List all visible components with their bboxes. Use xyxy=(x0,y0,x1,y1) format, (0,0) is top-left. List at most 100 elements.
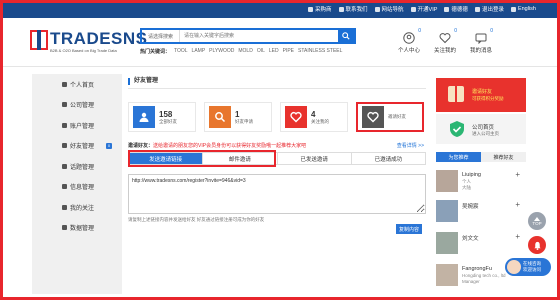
tab-invite-success[interactable]: 已邀请成功 xyxy=(352,153,425,164)
messages-label: 我的消息 xyxy=(470,48,493,54)
stat-label: 邀请好友 xyxy=(388,114,406,119)
list-item[interactable]: Liuiping 个人 大陆 + xyxy=(436,170,526,200)
top-link-vip[interactable]: 开通VIP xyxy=(410,5,437,13)
sidebar-item-data[interactable]: 数据管理 xyxy=(32,218,122,239)
top-links: 采购商 联系我们 网站导航 开通VIP 德德德 退出登录 English xyxy=(308,0,536,18)
hot-keyword[interactable]: TOOL xyxy=(174,48,188,55)
top-link-sitemap[interactable]: 网站导航 xyxy=(374,5,404,13)
sidebar-item-friends[interactable]: 好友管理 0 xyxy=(32,136,122,157)
list-item[interactable]: 吴婉宸 + xyxy=(436,200,526,230)
hot-keywords: 热门关键词： TOOL LAMP PLYWOOD MOLD OIL LED PI… xyxy=(140,48,342,55)
recommend-tabs: 为您推荐 推荐好友 xyxy=(436,152,526,162)
person-icon xyxy=(444,6,450,12)
person-name: Liuiping xyxy=(462,172,481,178)
top-link-english[interactable]: English xyxy=(510,6,536,12)
hot-keyword[interactable]: LAMP xyxy=(192,48,206,55)
person-name: 吴婉宸 xyxy=(462,204,479,210)
add-friend-icon[interactable]: + xyxy=(515,232,520,241)
tab-for-you[interactable]: 为您推荐 xyxy=(436,152,481,162)
invite-label: 邀请好友： xyxy=(128,143,154,149)
home-icon xyxy=(62,81,67,87)
invite-link-textarea[interactable] xyxy=(128,174,426,214)
stat-label: 关注我的 xyxy=(311,118,329,124)
add-friend-icon[interactable]: + xyxy=(515,200,520,209)
tab-sent-invites[interactable]: 已发送邀请 xyxy=(278,153,352,164)
logo-mark-icon xyxy=(30,30,48,50)
company-home-card[interactable]: 公司首页 进入公司主页 xyxy=(436,114,526,144)
avatar xyxy=(436,232,458,254)
search-input[interactable] xyxy=(180,30,338,42)
copy-button[interactable]: 复制内容 xyxy=(396,224,422,234)
phone-icon xyxy=(338,6,344,12)
person-detail: 大陆 xyxy=(462,185,471,190)
person-name: FangrongFu xyxy=(462,266,492,272)
main-content: 好友管理 158 全部好友 1 好友申请 4 关注我的 邀请好友 邀请好友：送给邀请的… xyxy=(128,74,426,294)
hot-keyword[interactable]: MOLD xyxy=(238,48,252,55)
bell-icon xyxy=(533,241,541,250)
stat-value: 1 xyxy=(235,109,240,119)
section-title: 好友管理 xyxy=(128,78,426,85)
personal-center-count: 0 xyxy=(418,28,421,34)
sidebar-item-home[interactable]: 个人首页 xyxy=(32,74,122,95)
tabs-highlight xyxy=(128,150,276,167)
hot-keyword[interactable]: PLYWOOD xyxy=(209,48,234,55)
top-link-logout[interactable]: 退出登录 xyxy=(474,5,504,13)
stat-invite-friends[interactable]: 邀请好友 xyxy=(356,102,424,132)
hot-keyword[interactable]: OIL xyxy=(257,48,265,55)
invite-description: 送给邀请的朋友您的VIP会员身份可以获得好友奖励哦一起推荐大家吧 xyxy=(153,143,307,149)
topic-icon xyxy=(62,163,67,169)
followers-link[interactable]: 0 关注我的 xyxy=(434,28,457,54)
hot-keyword[interactable]: PIPE xyxy=(283,48,294,55)
top-link-user[interactable]: 德德德 xyxy=(444,5,468,13)
tab-recommend-friends[interactable]: 推荐好友 xyxy=(481,152,526,162)
promo-subtitle: 可获得积分奖励 xyxy=(472,96,504,101)
messages-count: 0 xyxy=(490,28,494,34)
invite-info-row: 邀请好友：送给邀请的朋友您的VIP会员身份可以获得好友奖励哦一起推荐大家吧 查看… xyxy=(128,142,426,149)
flag-icon xyxy=(510,6,516,12)
person-name: 刘文文 xyxy=(462,236,479,242)
sidebar-item-topics[interactable]: 话题管理 xyxy=(32,156,122,177)
support-avatar xyxy=(507,260,521,274)
user-icon xyxy=(308,6,313,12)
person-detail: Manager xyxy=(462,279,480,284)
search-select[interactable]: 请选择搜索 xyxy=(142,30,180,42)
avatar xyxy=(436,200,458,222)
search-button[interactable] xyxy=(338,30,354,42)
invite-more-link[interactable]: 查看详情 >> xyxy=(397,142,424,149)
logo-subtitle: B2B & O2O Based on Big Trade Data xyxy=(50,48,117,53)
top-link-contact[interactable]: 联系我们 xyxy=(338,5,368,13)
notification-button[interactable] xyxy=(528,236,546,254)
stat-followers[interactable]: 4 关注我的 xyxy=(280,102,348,132)
company-icon xyxy=(62,102,67,108)
sidebar-item-info[interactable]: 信息管理 xyxy=(32,177,122,198)
online-chat-button[interactable]: 在线咨询 欢迎访问 xyxy=(505,258,551,276)
crown-icon xyxy=(410,6,416,12)
stat-value: 4 xyxy=(311,109,316,119)
personal-center-link[interactable]: 0 个人中心 xyxy=(398,28,421,54)
chat-line2: 欢迎访问 xyxy=(523,267,541,272)
menu-icon xyxy=(374,6,380,12)
sidebar-item-follows[interactable]: 我的关注 xyxy=(32,197,122,218)
users-icon xyxy=(133,106,155,128)
hot-keyword[interactable]: LED xyxy=(269,48,279,55)
back-to-top-button[interactable]: TOP xyxy=(528,212,546,230)
company-card-title: 公司首页 xyxy=(472,125,495,131)
hot-keyword[interactable]: STAINLESS STEEL xyxy=(298,48,342,55)
gift-icon xyxy=(448,86,464,102)
add-friend-icon[interactable]: + xyxy=(515,170,520,179)
search-icon xyxy=(209,106,231,128)
avatar xyxy=(436,170,458,192)
top-link-buyer[interactable]: 采购商 xyxy=(308,5,332,13)
company-card-subtitle: 进入公司主页 xyxy=(472,131,499,136)
invite-promo-card[interactable]: 邀请好友 可获得积分奖励 xyxy=(436,78,526,112)
heart-icon xyxy=(362,106,384,128)
site-logo[interactable]: TRADESNS B2B & O2O Based on Big Trade Da… xyxy=(30,28,147,58)
top-bar: 采购商 联系我们 网站导航 开通VIP 德德德 退出登录 English xyxy=(0,0,560,18)
sidebar-item-account[interactable]: 账户管理 xyxy=(32,115,122,136)
stat-value: 158 xyxy=(159,109,173,119)
invite-hint: 请复制上述链接内容并发送给好友 好友通过链接注册可成为你的好友 xyxy=(128,217,265,222)
stat-all-friends[interactable]: 158 全部好友 xyxy=(128,102,196,132)
stat-friend-requests[interactable]: 1 好友申请 xyxy=(204,102,272,132)
messages-link[interactable]: 0 我的消息 xyxy=(470,28,493,54)
sidebar-item-company[interactable]: 公司管理 xyxy=(32,95,122,116)
